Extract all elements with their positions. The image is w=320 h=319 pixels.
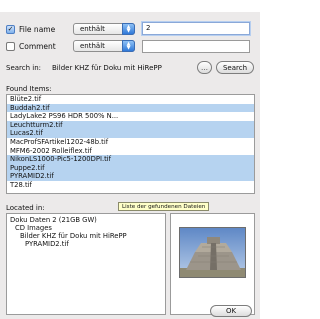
found-item[interactable]: Buddah2.tif bbox=[7, 103, 254, 113]
found-items-label: Found Items: bbox=[6, 85, 52, 93]
found-item[interactable]: Puppe2.tif bbox=[7, 163, 254, 173]
comment-checkbox[interactable] bbox=[6, 42, 15, 51]
file-name-checkbox[interactable]: ✓ bbox=[6, 25, 15, 34]
found-items-list[interactable]: Blüte2.tif Buddah2.tif LadyLake2 PS96 HDR … bbox=[6, 94, 255, 194]
ellipsis-icon: … bbox=[201, 63, 208, 72]
search-location-text: Bilder KHZ für Doku mit HiRePP bbox=[52, 64, 162, 72]
path-segment: Bilder KHZ für Doku mit HiRePP bbox=[20, 232, 127, 240]
found-item[interactable]: LadyLake2 PS96 HDR 500% N... bbox=[7, 112, 254, 121]
found-item[interactable]: Leuchtturm2.tif bbox=[7, 120, 254, 130]
file-name-criterion: ✓ File name bbox=[6, 25, 55, 34]
located-in-label: Located in: bbox=[6, 204, 45, 212]
file-name-operator-value: enthält bbox=[80, 25, 105, 33]
path-segment: PYRAMID2.tif bbox=[25, 240, 69, 248]
found-items-tooltip: Liste der gefundenen Dateien bbox=[118, 202, 210, 211]
preview-pane bbox=[170, 213, 255, 315]
file-name-value-field[interactable]: 2 bbox=[142, 22, 250, 35]
search-button[interactable]: Search bbox=[216, 61, 254, 74]
file-name-label: File name bbox=[19, 25, 56, 34]
found-item[interactable]: MacProfSFArtikel1202-48b.tif bbox=[7, 138, 254, 147]
comment-label: Comment bbox=[19, 42, 56, 51]
search-in-label: Search in: bbox=[6, 64, 42, 72]
found-item[interactable]: NikonLS1000-Pic5-1200DPI.tif bbox=[7, 155, 254, 164]
found-item[interactable]: PYRAMID2.tif bbox=[7, 172, 254, 181]
ok-button[interactable]: OK bbox=[210, 305, 252, 317]
comment-operator-value: enthält bbox=[80, 42, 105, 50]
popup-arrows-icon: ▲ ▼ bbox=[122, 23, 135, 35]
path-segment: Doku Daten 2 (21GB GW) bbox=[10, 216, 97, 224]
located-in-path: Doku Daten 2 (21GB GW) CD Images Bilder KH… bbox=[6, 213, 166, 315]
comment-value-field[interactable] bbox=[142, 40, 250, 53]
file-name-operator-popup[interactable]: enthält ▲ ▼ bbox=[73, 23, 135, 35]
found-item[interactable]: T28.tif bbox=[7, 181, 254, 190]
find-window: ✓ File name enthält ▲ ▼ 2 Comment enthält… bbox=[0, 0, 260, 319]
choose-location-button[interactable]: … bbox=[197, 61, 212, 74]
popup-arrows-icon: ▲ ▼ bbox=[122, 40, 135, 52]
path-segment: CD Images bbox=[15, 224, 52, 232]
found-item[interactable]: Blüte2.tif bbox=[7, 95, 254, 104]
found-item[interactable]: MFM6-2002 Rolleiflex.tif bbox=[7, 147, 254, 156]
pyramid-thumbnail bbox=[179, 227, 246, 278]
comment-operator-popup[interactable]: enthält ▲ ▼ bbox=[73, 40, 135, 52]
found-item[interactable]: Lucas2.tif bbox=[7, 129, 254, 138]
comment-criterion: Comment bbox=[6, 42, 56, 51]
